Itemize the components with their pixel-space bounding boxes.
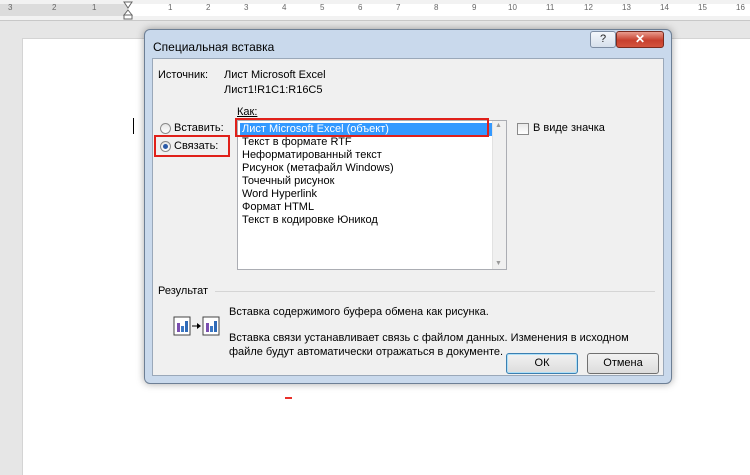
paste-special-dialog: Специальная вставка ? ✕ Источник: Лист M… [144,29,672,384]
source-range: Лист1!R1C1:R16C5 [224,84,323,96]
result-text-1: Вставка содержимого буфера обмена как ри… [229,306,489,318]
link-highlight-box [154,135,230,157]
ruler-margin [0,4,128,16]
ruler-tick: 7 [396,3,401,12]
format-listbox[interactable]: Лист Microsoft Excel (объект) Текст в фо… [237,120,507,270]
paste-radio[interactable] [160,123,171,134]
listbox-scrollbar[interactable]: ▲ ▼ [492,121,506,269]
ruler-tick: 9 [472,3,477,12]
result-text-3: файле будут автоматически отражаться в д… [229,346,504,358]
text-cursor [133,118,134,134]
ok-button[interactable]: ОК [506,353,578,374]
ruler-tick: 2 [206,3,211,12]
paste-link-icon [173,316,220,336]
source-value: Лист Microsoft Excel [224,69,326,81]
result-label: Результат [158,285,209,297]
as-label: Как: [237,106,258,118]
ruler-tick: 16 [736,3,745,12]
paste-radio-label[interactable]: Вставить: [174,122,224,134]
red-marker [285,397,292,399]
ruler-tick: 1 [92,3,97,12]
close-button[interactable]: ✕ [616,31,664,48]
ruler-tick: 5 [320,3,325,12]
format-item[interactable]: Word Hyperlink [240,188,317,201]
ruler-tick: 13 [622,3,631,12]
ruler-tick: 15 [698,3,707,12]
ruler-tick: 14 [660,3,669,12]
cancel-button[interactable]: Отмена [587,353,659,374]
dialog-title: Специальная вставка [153,40,275,54]
as-icon-label[interactable]: В виде значка [533,122,605,134]
format-item[interactable]: Формат HTML [240,201,314,214]
ruler-tick: 2 [52,3,57,12]
ruler-tick: 11 [546,3,555,12]
horizontal-ruler[interactable]: 3 2 1 1 2 3 4 5 6 7 8 9 10 11 12 13 14 1… [0,0,750,21]
source-label: Источник: [158,69,209,81]
ruler-tick: 1 [168,3,173,12]
ruler-tick: 6 [358,3,363,12]
scroll-down-icon[interactable]: ▼ [495,260,502,267]
ruler-tick: 10 [508,3,517,12]
result-divider [215,291,655,292]
format-highlight-box [235,118,489,137]
ruler-tick: 8 [434,3,439,12]
format-item[interactable]: Текст в формате RTF [240,136,352,149]
format-item[interactable]: Точечный рисунок [240,175,334,188]
ruler-tick: 3 [8,3,13,12]
result-text-2: Вставка связи устанавливает связь с файл… [229,332,629,344]
ruler-tick: 3 [244,3,249,12]
scroll-up-icon[interactable]: ▲ [495,122,502,129]
dialog-body: Источник: Лист Microsoft Excel Лист1!R1C… [152,58,664,376]
ruler-text-area [128,4,750,16]
ruler-tick: 4 [282,3,287,12]
ruler-tick: 12 [584,3,593,12]
format-item[interactable]: Неформатированный текст [240,149,382,162]
format-item[interactable]: Рисунок (метафайл Windows) [240,162,394,175]
as-icon-checkbox[interactable] [517,123,529,135]
help-button[interactable]: ? [590,31,616,48]
format-item[interactable]: Текст в кодировке Юникод [240,214,378,227]
indent-marker-icon[interactable] [123,0,133,20]
